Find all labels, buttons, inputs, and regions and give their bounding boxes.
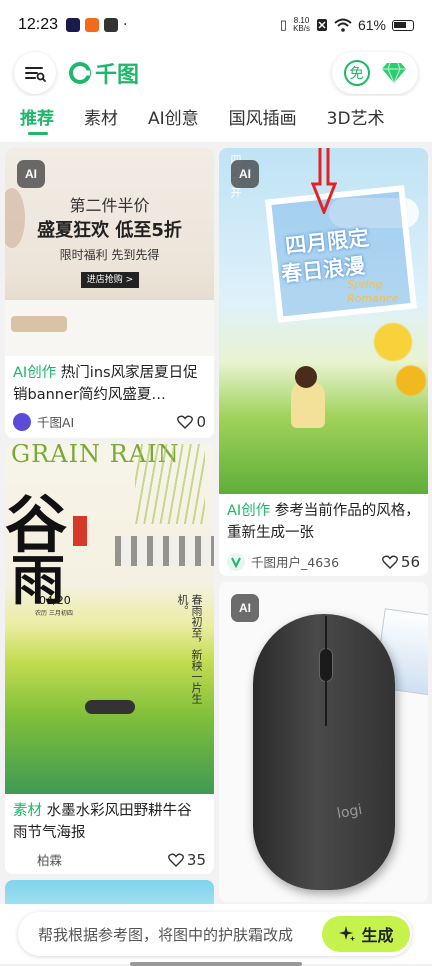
tab-ai-creative[interactable]: AI创意: [148, 104, 199, 135]
status-app-icons: ·: [66, 17, 128, 33]
more-dots-icon: ·: [123, 17, 128, 33]
card-title: AI创作 热门ins风家居夏日促销banner简约风盛夏…: [5, 362, 214, 408]
image-red-seal: [73, 516, 87, 546]
image-girl-head: [295, 366, 317, 388]
image-shop-button: 进店抢购 >: [81, 272, 139, 288]
image-text-line1: 第二件半价: [69, 196, 150, 215]
like-count: 56: [400, 552, 420, 571]
image-text-line2: 盛夏狂欢 低至5折: [37, 220, 182, 241]
ai-badge: AI: [231, 594, 259, 622]
ai-badge: AI: [231, 160, 259, 188]
feed-card[interactable]: 四月花开 四月限定 春日浪漫 Spring Romance AI AI创作 参考…: [219, 148, 428, 576]
image-tray: [11, 316, 67, 332]
image-mouse-split: [325, 616, 327, 726]
battery-percent: 61%: [357, 17, 386, 33]
status-bar: 12:23 · ▯ 8.10 KB/s 61%: [0, 0, 432, 50]
tab-material[interactable]: 素材: [84, 104, 118, 135]
author-name[interactable]: 千图用户_4636: [251, 552, 339, 571]
card-tag: AI创作: [13, 365, 57, 381]
sim-icon: [316, 19, 327, 31]
card-footer: 柏霖 35: [5, 850, 214, 869]
card-title: AI创作 参考当前作品的风格，重新生成一张: [219, 500, 428, 546]
status-time: 12:23: [18, 16, 59, 33]
network-speed-unit: KB/s: [293, 24, 310, 33]
heart-icon: [381, 555, 398, 569]
ai-badge: AI: [17, 160, 45, 188]
vibrate-icon: ▯: [279, 17, 288, 32]
home-indicator[interactable]: [130, 962, 302, 966]
generate-button[interactable]: 生成: [322, 916, 410, 952]
image-text-line3: 限时福利 先到先得: [59, 248, 160, 262]
card-image: logi AI: [219, 582, 428, 902]
author-name[interactable]: 柏霖: [37, 850, 62, 869]
like-count: 35: [186, 850, 206, 869]
like-button[interactable]: 56: [381, 552, 420, 571]
like-count: 0: [196, 412, 206, 431]
red-arrow-annotation: [311, 148, 337, 214]
card-image: GRAIN RAIN 谷 雨 04/20 农历 三月初四 春雨初至，新秧一片生机…: [5, 444, 214, 794]
author-name[interactable]: 千图AI: [37, 412, 74, 431]
diamond-vip-icon[interactable]: [381, 62, 407, 84]
tab-label: 推荐: [20, 108, 54, 129]
image-date: 04/20: [39, 594, 71, 607]
heart-icon: [177, 415, 194, 429]
author-avatar: [13, 412, 31, 431]
card-footer: 千图用户_4636 56: [219, 552, 428, 571]
app-notification-icon: [85, 18, 100, 32]
prompt-placeholder: 帮我根据参考图，将图中的护肤霜改成: [38, 925, 294, 944]
app-notification-icon: [104, 18, 119, 32]
network-speed: 8.10 KB/s: [293, 17, 310, 33]
sparkle-icon: [339, 926, 356, 942]
menu-button[interactable]: [14, 52, 56, 94]
image-poem: 春雨初至，新秧一片生机。: [176, 594, 203, 704]
image-date-sub: 农历 三月初四: [35, 610, 73, 617]
tab-label: 3D艺术: [326, 108, 385, 129]
content-feed[interactable]: 第二件半价 盛夏狂欢 低至5折 限时福利 先到先得 进店抢购 > AI AI创作…: [0, 142, 432, 964]
battery-icon: [392, 19, 414, 31]
image-flowers: [369, 298, 428, 408]
card-title: 素材 水墨水彩风田野耕牛谷雨节气海报: [5, 800, 214, 846]
free-button[interactable]: 免: [343, 60, 370, 86]
tab-label: AI创意: [148, 108, 199, 129]
feed-card[interactable]: 第二件半价 盛夏狂欢 低至5折 限时福利 先到先得 进店抢购 > AI AI创作…: [5, 148, 214, 438]
category-tabs: 推荐 素材 AI创意 国风插画 3D艺术: [0, 96, 432, 142]
card-tag: 素材: [13, 803, 42, 819]
tab-recommend[interactable]: 推荐: [20, 104, 54, 135]
image-village: [115, 536, 214, 566]
image-farmer-ox: [85, 700, 135, 714]
bottom-input-bar: 帮我根据参考图，将图中的护肤霜改成 生成: [0, 904, 432, 966]
app-header: 千图 免: [0, 50, 432, 96]
card-footer: 千图AI 0: [5, 412, 214, 431]
tab-label: 国风插画: [228, 108, 297, 129]
wifi-icon: [334, 18, 352, 32]
author-avatar: [227, 552, 245, 571]
logo-text: 千图: [95, 63, 140, 88]
tab-3d-art[interactable]: 3D艺术: [327, 104, 385, 135]
feed-card[interactable]: GRAIN RAIN 谷 雨 04/20 农历 三月初四 春雨初至，新秧一片生机…: [5, 444, 214, 874]
like-button[interactable]: 0: [177, 413, 206, 431]
logo-icon: [69, 62, 91, 84]
like-button[interactable]: 35: [167, 850, 206, 869]
menu-search-icon: [25, 67, 46, 82]
header-actions: 免: [332, 52, 418, 94]
card-image: 四月花开 四月限定 春日浪漫 Spring Romance AI: [219, 148, 428, 494]
tab-active-indicator: [28, 131, 48, 135]
card-image: 第二件半价 盛夏狂欢 低至5折 限时福利 先到先得 进店抢购 > AI: [5, 148, 214, 356]
tab-label: 素材: [84, 108, 118, 129]
tab-guofeng-illustration[interactable]: 国风插画: [229, 104, 297, 135]
generate-label: 生成: [361, 926, 394, 945]
feed-card[interactable]: logi AI: [219, 582, 428, 902]
image-willow: [135, 444, 205, 524]
card-tag: AI创作: [227, 503, 271, 519]
app-notification-icon: [66, 18, 81, 32]
heart-icon: [167, 853, 184, 867]
app-logo: 千图: [68, 57, 139, 89]
